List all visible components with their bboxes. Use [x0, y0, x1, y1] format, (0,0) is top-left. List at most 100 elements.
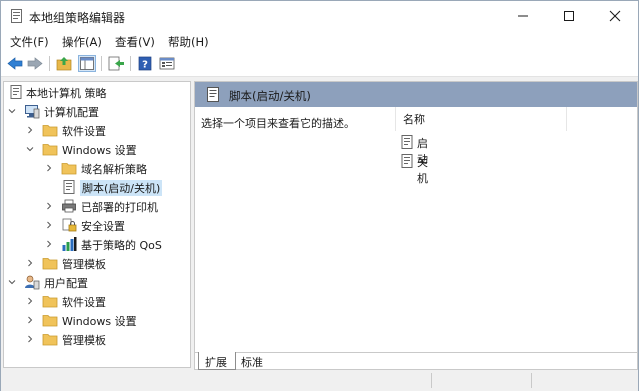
toolbar: ? [1, 51, 638, 77]
tree-item-windows-settings[interactable]: Windows 设置 [4, 140, 190, 158]
tree-label: 计算机配置 [44, 106, 99, 119]
export-list-icon [108, 56, 124, 71]
tree-item-name-resolution-policy[interactable]: 域名解析策略 [4, 159, 190, 177]
back-button[interactable] [6, 55, 24, 72]
tree-label: 用户配置 [44, 277, 88, 290]
tree-label: 软件设置 [62, 125, 106, 138]
forward-icon [27, 57, 43, 70]
svg-text:?: ? [142, 60, 148, 71]
toolbar-separator [101, 56, 102, 71]
script-document-icon [401, 135, 413, 149]
chevron-right-icon [28, 297, 33, 305]
minimize-button[interactable] [500, 1, 546, 31]
details-title: 脚本(启动/关机) [229, 89, 311, 103]
close-button[interactable] [592, 1, 638, 31]
folder-icon [42, 334, 58, 346]
tree-item-computer-config[interactable]: 计算机配置 [4, 102, 190, 120]
menu-action[interactable]: 操作(A) [62, 34, 102, 50]
forward-button[interactable] [26, 55, 44, 72]
folder-icon [42, 315, 58, 327]
menu-help[interactable]: 帮助(H) [168, 34, 209, 50]
bar-chart-icon [62, 237, 77, 251]
tree-item-user-admin-templates[interactable]: 管理模板 [4, 330, 190, 348]
chevron-down-icon [8, 109, 16, 114]
tree-pane[interactable]: 本地计算机 策略 计算机配置 软件设置 Windows 设置 域名解析策略 脚本… [3, 81, 191, 368]
close-icon [609, 10, 621, 22]
policy-document-icon [11, 9, 22, 23]
tab-label: 扩展 [205, 356, 227, 369]
toolbar-separator [49, 56, 50, 71]
column-divider[interactable] [566, 107, 567, 131]
export-list-button[interactable] [107, 55, 125, 72]
maximize-icon [564, 11, 574, 21]
tab-standard[interactable]: 标准 [235, 352, 268, 369]
up-folder-icon [56, 57, 72, 71]
status-divider [431, 373, 432, 388]
tree-item-user-windows-settings[interactable]: Windows 设置 [4, 311, 190, 329]
column-divider [395, 107, 396, 131]
tab-extended[interactable]: 扩展 [198, 352, 236, 370]
tree-item-user-software-settings[interactable]: 软件设置 [4, 292, 190, 310]
show-hide-tree-icon [80, 57, 94, 70]
tree-item-scripts[interactable]: 脚本(启动/关机) [4, 178, 190, 196]
details-header: 脚本(启动/关机) [195, 82, 637, 107]
view-tabs: 扩展 标准 [195, 352, 637, 371]
column-header-name[interactable]: 名称 [403, 111, 425, 127]
tree-item-security-settings[interactable]: 安全设置 [4, 216, 190, 234]
policy-document-icon [10, 85, 22, 99]
tab-label: 标准 [241, 356, 263, 369]
menu-view[interactable]: 查看(V) [115, 34, 155, 50]
properties-icon [159, 57, 175, 70]
folder-open-icon [42, 144, 58, 156]
folder-icon [42, 258, 58, 270]
user-icon [25, 275, 40, 290]
tree-item-qos[interactable]: 基于策略的 QoS [4, 235, 190, 253]
script-document-icon [207, 87, 219, 102]
folder-icon [61, 163, 77, 175]
tree-label: Windows 设置 [62, 315, 137, 328]
maximize-button[interactable] [546, 1, 592, 31]
up-folder-button[interactable] [55, 55, 73, 72]
description-text: 选择一个项目来查看它的描述。 [201, 117, 355, 130]
computer-icon [25, 105, 40, 119]
window: 本地组策略编辑器 文件(F) 操作(A) 查看(V) 帮助(H) ? 本地计算机… [0, 0, 639, 391]
window-title: 本地组策略编辑器 [29, 11, 126, 25]
list-item-label: 关机 [417, 156, 428, 185]
script-document-icon [401, 154, 413, 168]
tree-label: 脚本(启动/关机) [80, 180, 163, 196]
tree-item-user-config[interactable]: 用户配置 [4, 273, 190, 291]
tree-label: 管理模板 [62, 258, 106, 271]
tree-label: 基于策略的 QoS [81, 239, 162, 252]
tree-label: 域名解析策略 [81, 163, 147, 176]
chevron-right-icon [47, 221, 52, 229]
chevron-right-icon [47, 164, 52, 172]
tree-label: 本地计算机 策略 [26, 87, 107, 100]
help-icon: ? [138, 56, 152, 71]
details-pane: 脚本(启动/关机) 选择一个项目来查看它的描述。 名称 启动 关机 扩展 标准 [194, 81, 638, 370]
chevron-right-icon [28, 259, 33, 267]
chevron-right-icon [28, 335, 33, 343]
printer-icon [62, 199, 76, 213]
tree-label: Windows 设置 [62, 144, 137, 157]
toolbar-separator [130, 56, 131, 71]
tree-label: 安全设置 [81, 220, 125, 233]
tree-item-software-settings[interactable]: 软件设置 [4, 121, 190, 139]
menu-file[interactable]: 文件(F) [10, 34, 49, 50]
properties-button[interactable] [158, 55, 176, 72]
help-button[interactable]: ? [136, 55, 154, 72]
folder-icon [42, 296, 58, 308]
tree-label: 软件设置 [62, 296, 106, 309]
tree-item-root[interactable]: 本地计算机 策略 [4, 83, 190, 101]
tree-label: 已部署的打印机 [81, 201, 158, 214]
security-icon [62, 218, 77, 232]
back-icon [7, 57, 23, 70]
tree-item-admin-templates[interactable]: 管理模板 [4, 254, 190, 272]
tree-item-deployed-printers[interactable]: 已部署的打印机 [4, 197, 190, 215]
show-hide-tree-button[interactable] [78, 55, 96, 72]
folder-icon [42, 125, 58, 137]
chevron-right-icon [47, 202, 52, 210]
chevron-down-icon [26, 147, 34, 152]
script-document-icon [63, 180, 75, 194]
tree-label: 管理模板 [62, 334, 106, 347]
chevron-right-icon [28, 126, 33, 134]
